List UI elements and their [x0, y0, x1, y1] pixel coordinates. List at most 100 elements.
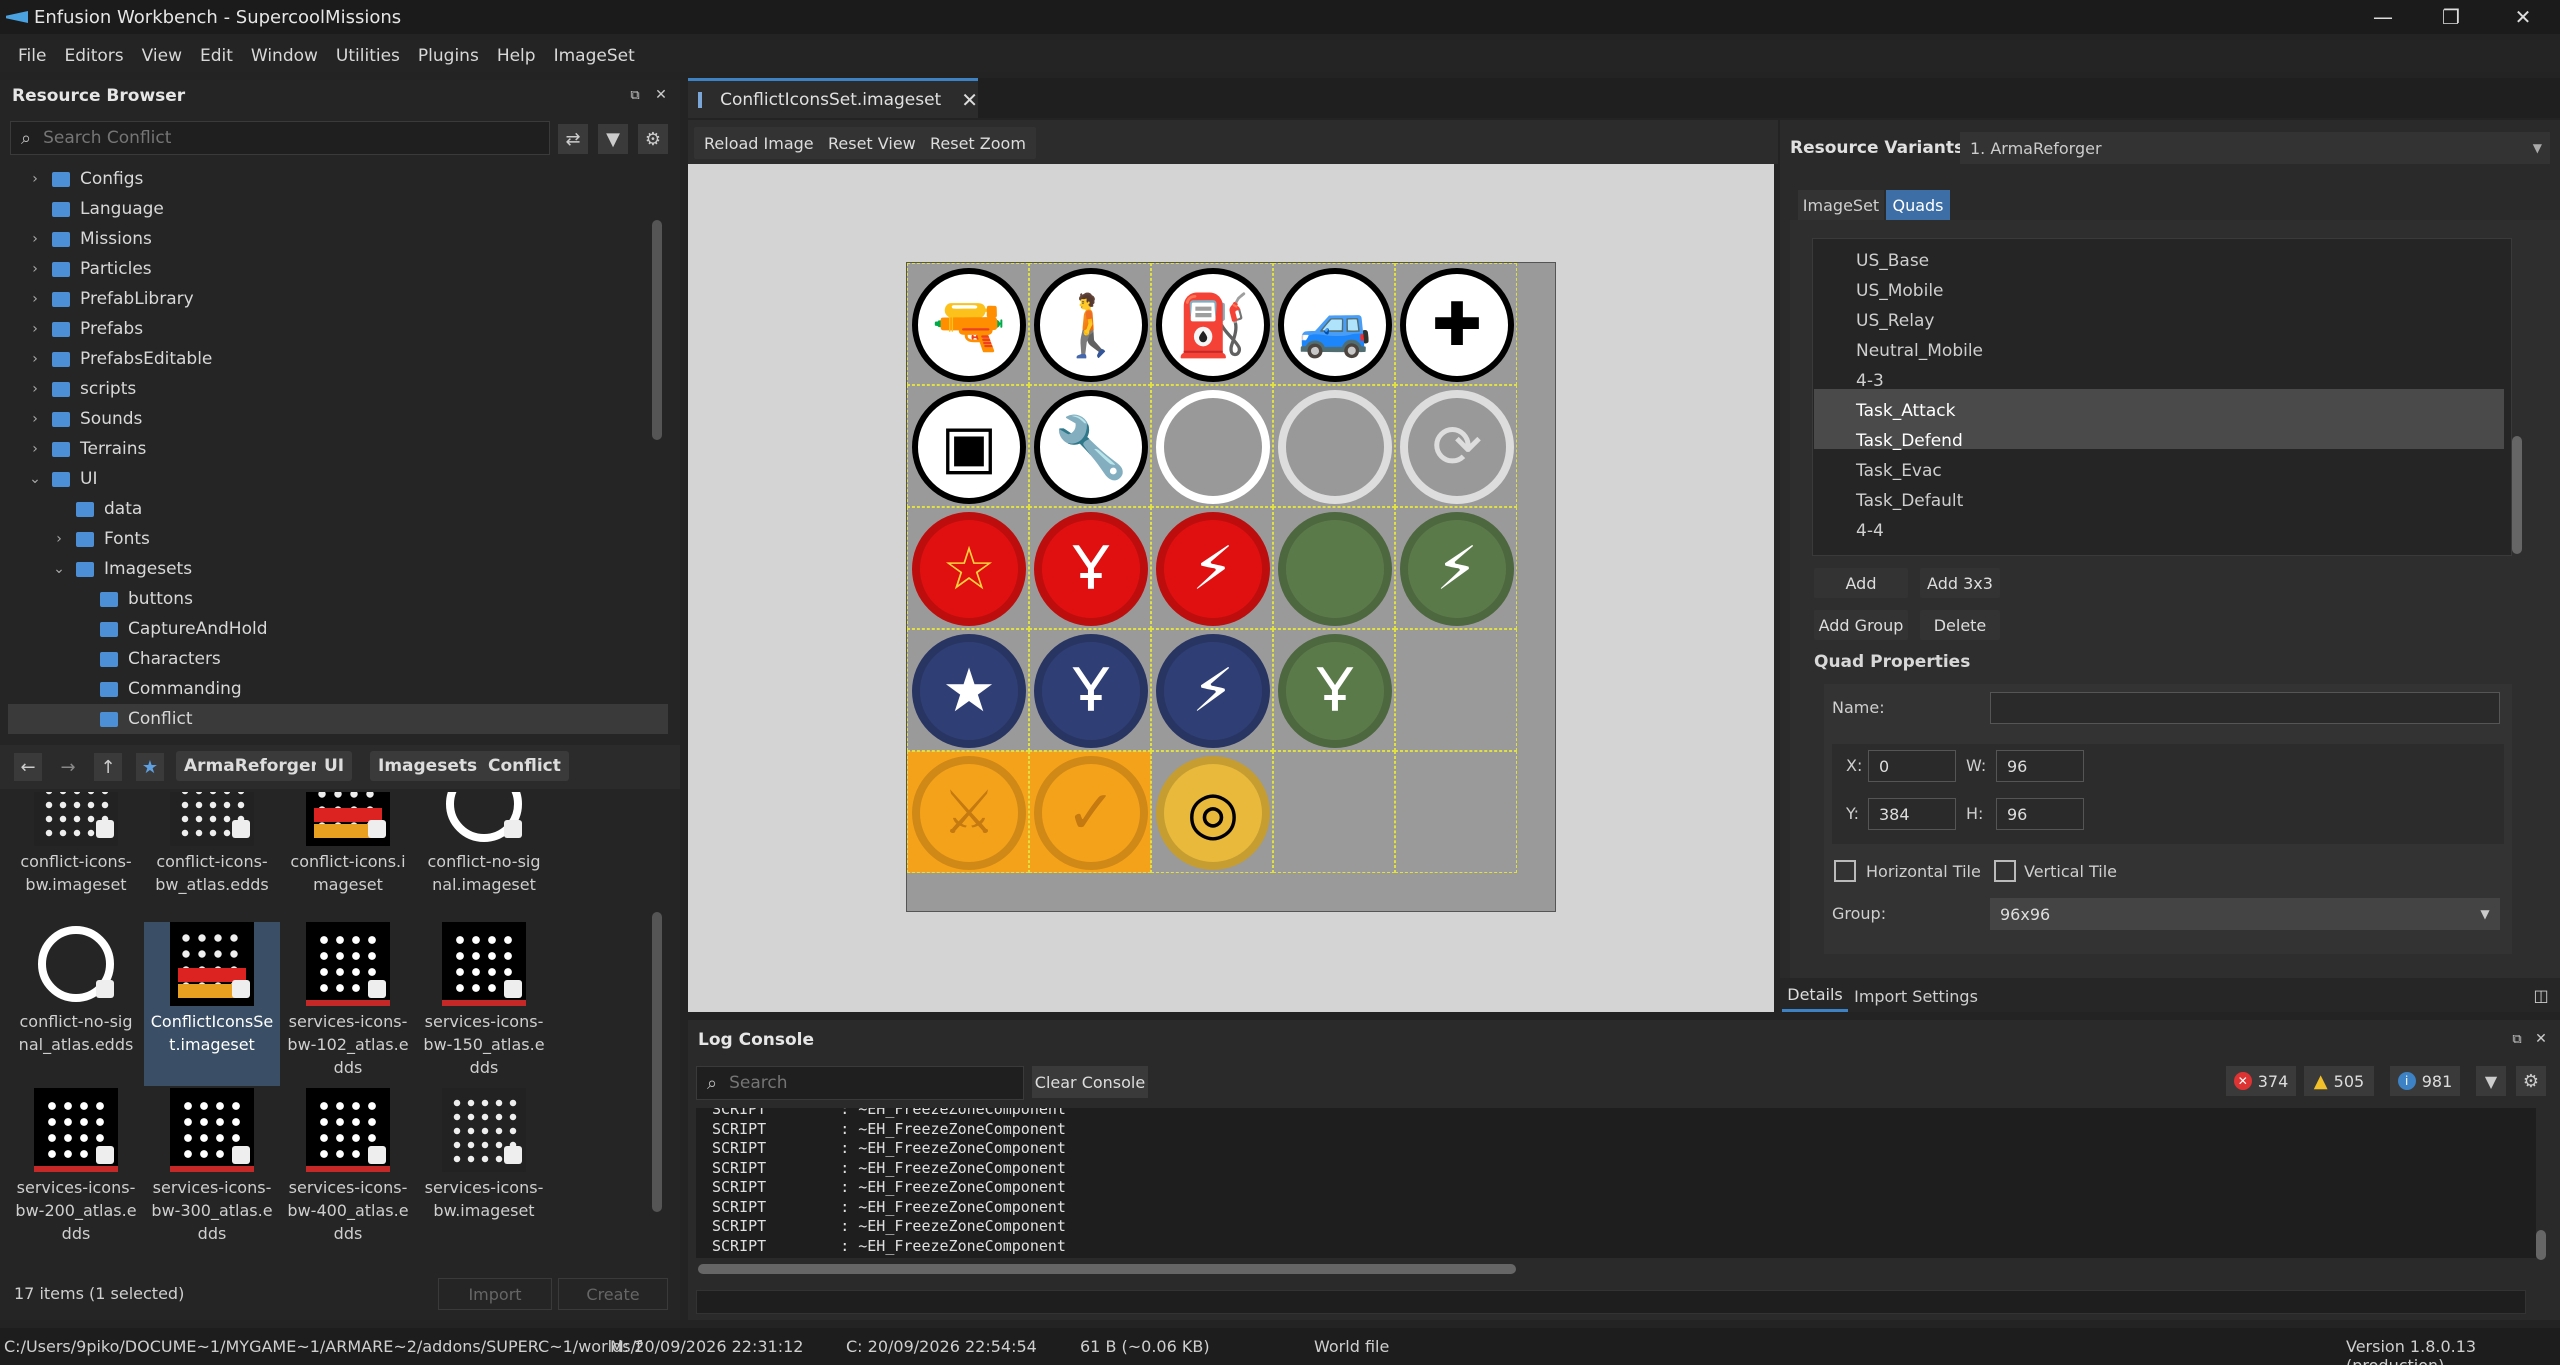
atlas-quad[interactable]: ⚡	[1395, 507, 1517, 629]
up-arrow-icon[interactable]: ↑	[94, 753, 122, 781]
settings-gear-icon[interactable]: ⚙	[638, 124, 668, 154]
atlas-quad[interactable]	[1273, 507, 1395, 629]
x-input[interactable]: 0	[1868, 750, 1956, 782]
quad-item[interactable]: Task_Attack	[1856, 396, 1955, 426]
tree-item-missions[interactable]: › Missions	[26, 224, 666, 254]
quad-item[interactable]: Neutral_Mobile	[1856, 336, 1983, 366]
file-item[interactable]: conflict-icons-bw_atlas.edds	[144, 792, 280, 896]
menu-utilities[interactable]: Utilities	[336, 46, 400, 66]
file-item[interactable]: ConflictIconsSe t.imageset	[144, 922, 280, 1086]
tab-quads[interactable]: Quads	[1886, 190, 1950, 220]
chevron-icon[interactable]: ›	[26, 411, 44, 427]
tree-item-configs[interactable]: › Configs	[26, 164, 666, 194]
file-item[interactable]: services-icons-bw-102_atlas.e dds	[280, 922, 416, 1079]
quad-item[interactable]: Task_Default	[1856, 486, 1963, 516]
chevron-icon[interactable]: ›	[26, 321, 44, 337]
tab-details[interactable]: Details	[1782, 980, 1848, 1012]
tree-item-particles[interactable]: › Particles	[26, 254, 666, 284]
atlas-quad[interactable]: ✚	[1395, 263, 1517, 385]
resource-search-field[interactable]: ⌕	[10, 121, 550, 155]
tree-item-buttons[interactable]: buttons	[74, 584, 668, 614]
reset-zoom-button[interactable]: Reset Zoom	[920, 127, 1036, 159]
atlas-quad[interactable]	[1273, 385, 1395, 507]
file-item[interactable]: conflict-no-sig nal.imageset	[416, 792, 552, 896]
chevron-icon[interactable]: ›	[26, 261, 44, 277]
tree-item-prefablibrary[interactable]: › PrefabLibrary	[26, 284, 666, 314]
menu-window[interactable]: Window	[251, 46, 318, 66]
atlas-quad[interactable]: ▣	[907, 385, 1029, 507]
resource-search-input[interactable]	[43, 128, 504, 148]
menu-help[interactable]: Help	[497, 46, 536, 66]
breadcrumb-armareforger[interactable]: ArmaReforger	[176, 751, 327, 781]
clear-console-button[interactable]: Clear Console	[1032, 1066, 1148, 1098]
group-select[interactable]: 96x96	[1990, 898, 2478, 930]
file-item[interactable]: services-icons-bw-150_atlas.e dds	[416, 922, 552, 1079]
atlas-quad[interactable]: 🚶	[1029, 263, 1151, 385]
atlas-quad[interactable]: 🔫	[907, 263, 1029, 385]
tree-scrollbar[interactable]	[652, 220, 662, 440]
tree-item-commanding[interactable]: Commanding	[74, 674, 668, 704]
tree-item-terrains[interactable]: › Terrains	[26, 434, 666, 464]
undock-icon[interactable]: ⧉	[626, 86, 644, 104]
add-button[interactable]: Add	[1814, 568, 1908, 598]
chevron-icon[interactable]: ›	[26, 171, 44, 187]
tree-item-conflict[interactable]: Conflict	[8, 704, 668, 734]
tree-item-sounds[interactable]: › Sounds	[26, 404, 666, 434]
log-undock-icon[interactable]: ⧉	[2508, 1030, 2526, 1048]
atlas-quad[interactable]: 🔧	[1029, 385, 1151, 507]
file-item[interactable]: conflict-icons.i mageset	[280, 792, 416, 896]
filter-icon[interactable]: ▼	[598, 124, 628, 154]
tree-item-prefabs[interactable]: › Prefabs	[26, 314, 666, 344]
breadcrumb-ui[interactable]: UI	[316, 751, 353, 781]
log-close-icon[interactable]: ✕	[2532, 1030, 2550, 1048]
menu-plugins[interactable]: Plugins	[418, 46, 479, 66]
log-vertical-scrollbar[interactable]	[2536, 1230, 2546, 1260]
atlas-quad[interactable]: Ұ	[1029, 507, 1151, 629]
w-input[interactable]: 96	[1996, 750, 2084, 782]
tree-item-scripts[interactable]: › scripts	[26, 374, 666, 404]
log-horizontal-scrollbar[interactable]	[698, 1264, 1516, 1274]
add-3x3-button[interactable]: Add 3x3	[1920, 568, 2000, 598]
y-input[interactable]: 384	[1868, 798, 1956, 830]
reload-image-button[interactable]: Reload Image	[694, 127, 824, 159]
atlas-quad[interactable]: ⚡	[1151, 629, 1273, 751]
atlas-quad[interactable]: ⚔	[907, 751, 1029, 873]
tab-conflicticonsset[interactable]: ConflictIconsSet.imageset ✕	[688, 78, 978, 118]
tab-imageset[interactable]: ImageSet	[1798, 190, 1884, 220]
atlas-quad[interactable]: ☆	[907, 507, 1029, 629]
file-item[interactable]: services-icons-bw-200_atlas.e dds	[8, 1088, 144, 1245]
chevron-icon[interactable]: ›	[50, 531, 68, 547]
log-search-input[interactable]	[729, 1073, 990, 1093]
tab-import-settings[interactable]: Import Settings	[1850, 980, 1982, 1012]
add-group-button[interactable]: Add Group	[1814, 610, 1908, 640]
atlas-quad[interactable]: 🚙	[1273, 263, 1395, 385]
close-window-button[interactable]: ✕	[2490, 0, 2556, 34]
atlas-quad[interactable]	[1151, 385, 1273, 507]
menu-imageset[interactable]: ImageSet	[554, 46, 635, 66]
h-input[interactable]: 96	[1996, 798, 2084, 830]
tree-item-language[interactable]: Language	[26, 194, 666, 224]
variant-select[interactable]: 1. ArmaReforger ▼	[1960, 132, 2550, 164]
menu-edit[interactable]: Edit	[200, 46, 233, 66]
file-item[interactable]: conflict-icons-bw.imageset	[8, 792, 144, 896]
atlas-quad[interactable]: ⚡	[1151, 507, 1273, 629]
delete-button[interactable]: Delete	[1920, 610, 2000, 640]
tab-close-icon[interactable]: ✕	[961, 88, 978, 112]
info-filter-button[interactable]: i 981	[2390, 1066, 2460, 1096]
menu-file[interactable]: File	[18, 46, 46, 66]
tree-item-fonts[interactable]: › Fonts	[50, 524, 668, 554]
log-search-field[interactable]: ⌕	[696, 1066, 1024, 1100]
tree-item-captureandhold[interactable]: CaptureAndHold	[74, 614, 668, 644]
quad-item[interactable]: 4-4	[1856, 516, 1884, 546]
favorite-star-icon[interactable]: ★	[136, 753, 164, 781]
tree-item-imagesets[interactable]: ⌄ Imagesets	[50, 554, 668, 584]
log-filter-icon[interactable]: ▼	[2476, 1066, 2506, 1096]
atlas-quad[interactable]: ⟳	[1395, 385, 1517, 507]
chevron-icon[interactable]: ⌄	[26, 471, 44, 487]
import-button[interactable]: Import	[438, 1278, 552, 1310]
error-filter-button[interactable]: ✕ 374	[2226, 1066, 2296, 1096]
quad-item[interactable]: Task_Defend	[1856, 426, 1963, 456]
chevron-icon[interactable]: ›	[26, 441, 44, 457]
file-item[interactable]: services-icons-bw-400_atlas.e dds	[280, 1088, 416, 1245]
atlas-quad[interactable]: ✓	[1029, 751, 1151, 873]
